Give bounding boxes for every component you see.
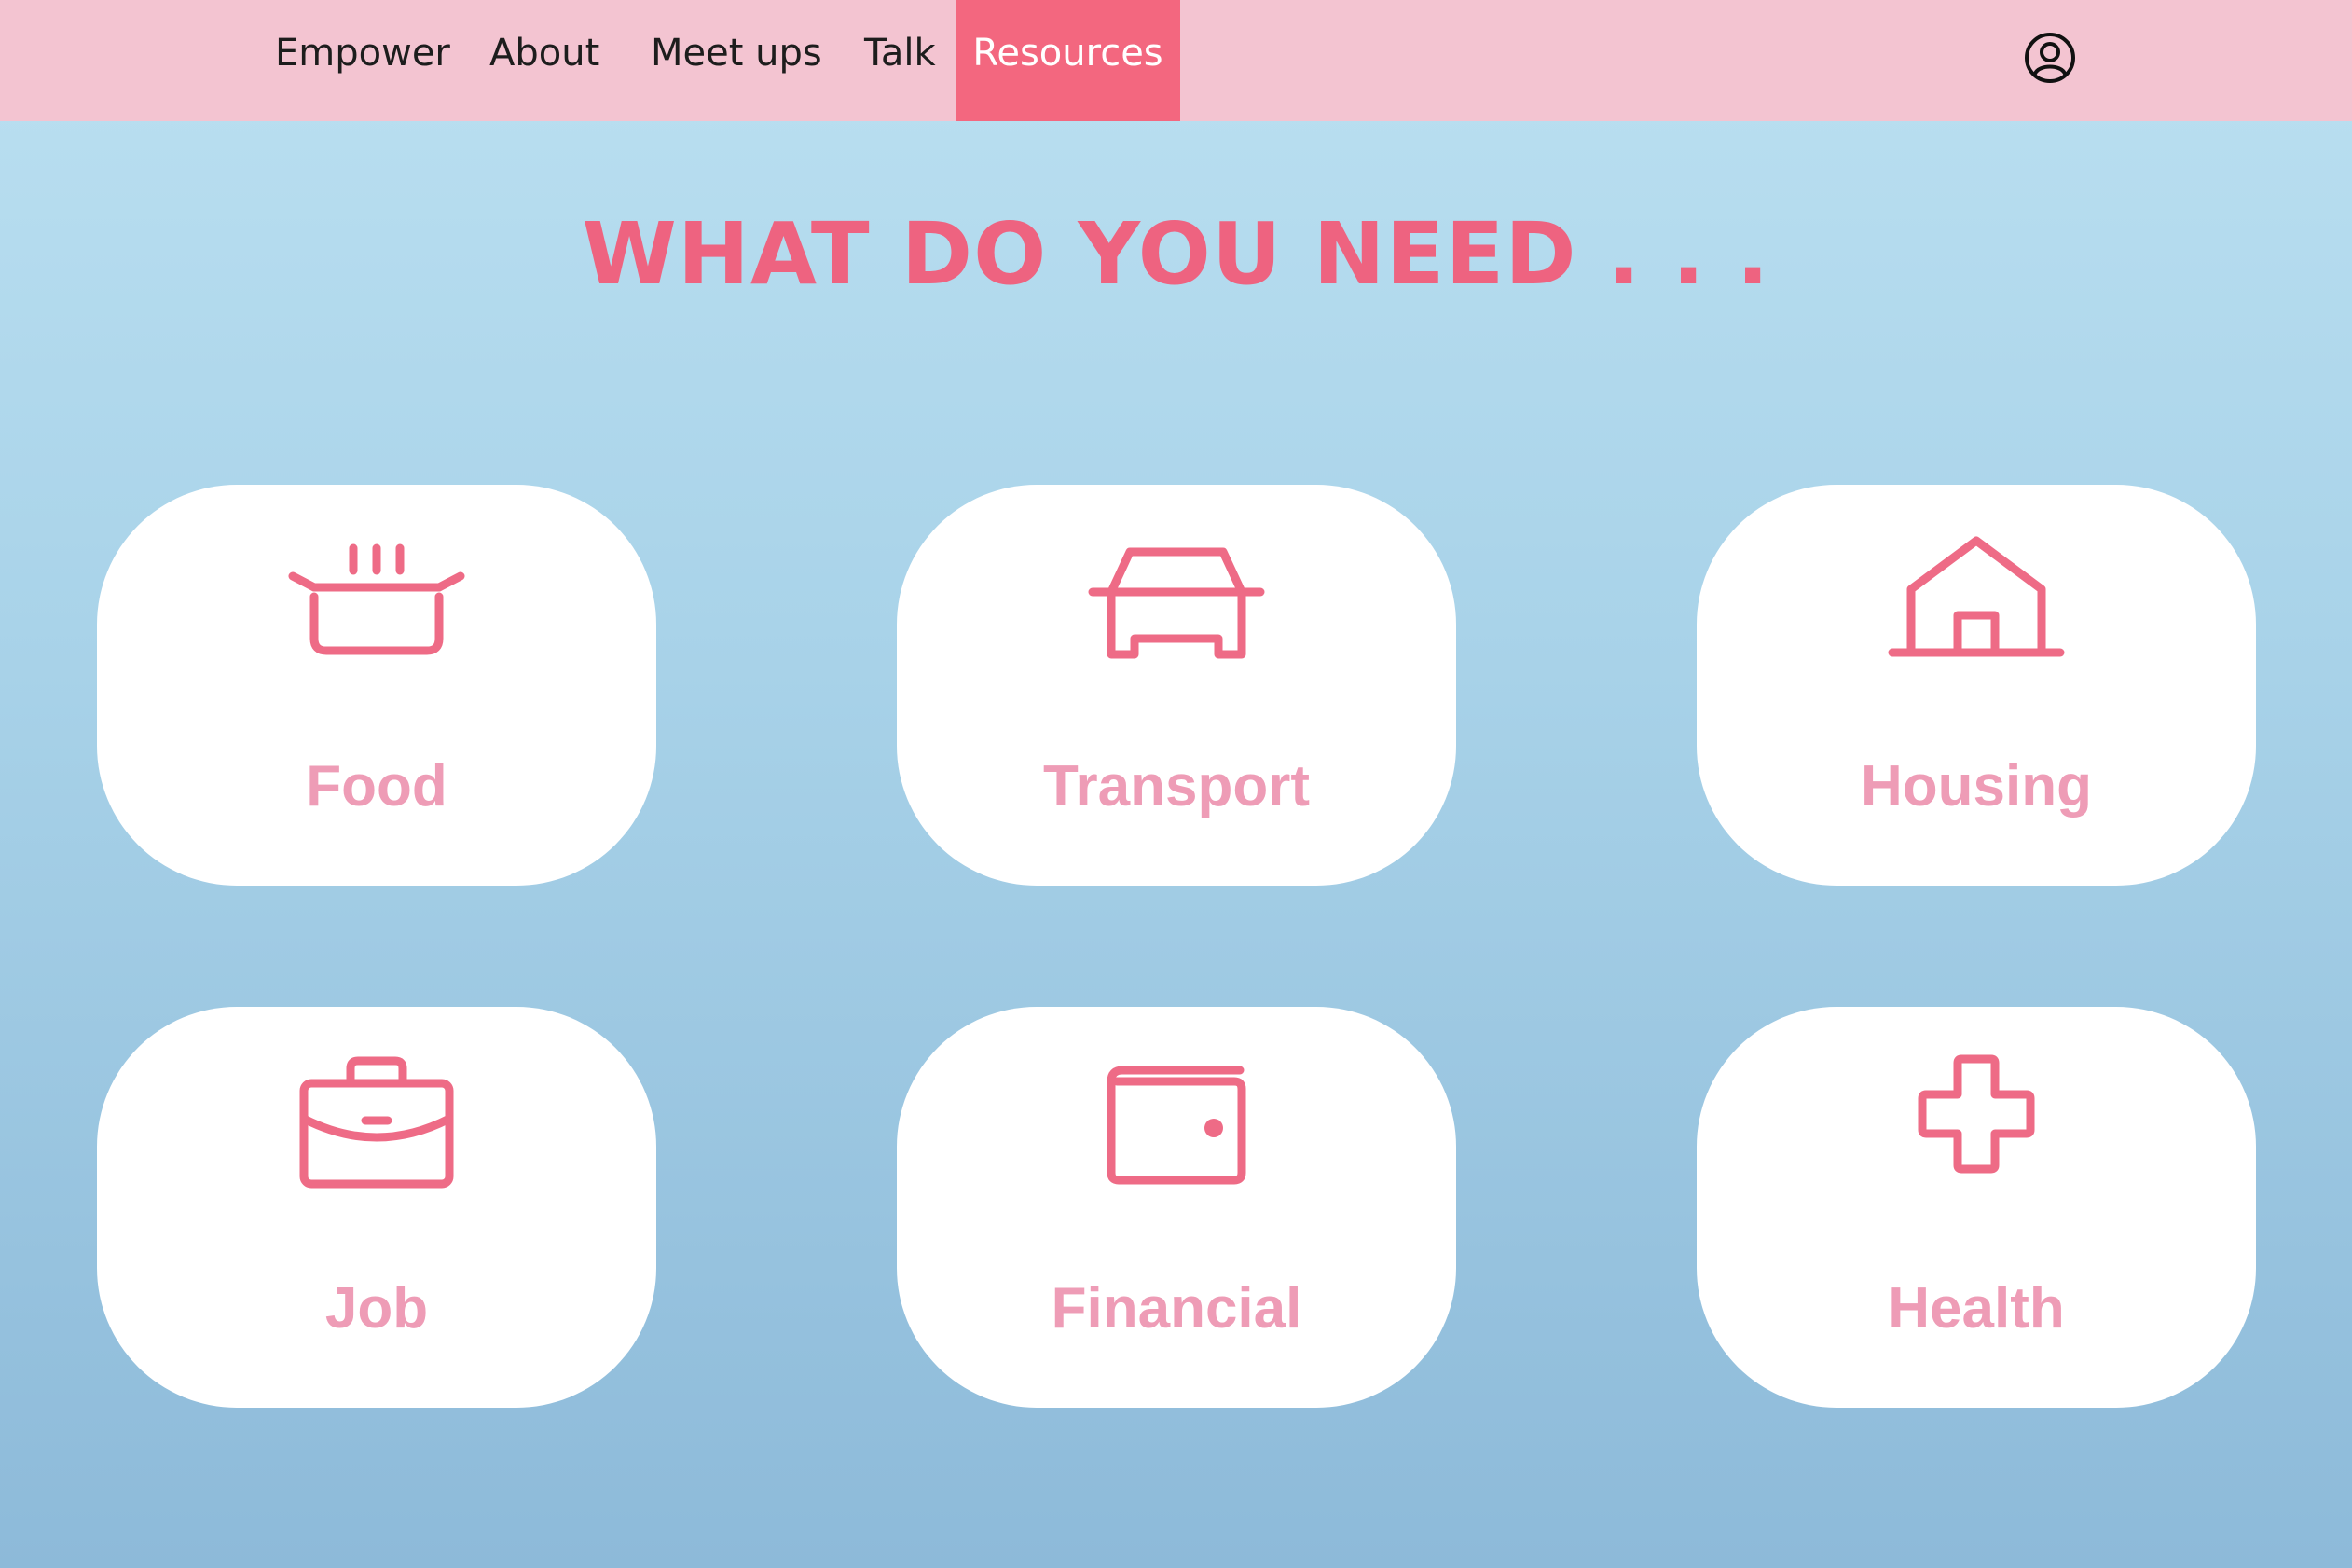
card-label-housing: Housing — [1861, 754, 2092, 818]
resource-card-job[interactable]: Job — [97, 1007, 656, 1408]
resource-card-financial[interactable]: Financial — [897, 1007, 1456, 1408]
card-label-health: Health — [1888, 1276, 2065, 1341]
medical-cross-icon — [1918, 1054, 2035, 1174]
page-headline: WHAT DO YOU NEED . . . — [582, 204, 1770, 304]
top-navbar: Empower About Meet ups Talk Resources — [0, 0, 2352, 121]
user-circle-icon — [2025, 33, 2075, 83]
user-account-button[interactable] — [2023, 31, 2077, 85]
nav-item-about[interactable]: About — [489, 0, 599, 121]
car-icon — [1088, 547, 1265, 659]
nav-item-meet-ups[interactable]: Meet ups — [651, 0, 822, 121]
house-icon — [1888, 536, 2065, 657]
wallet-icon — [1107, 1066, 1246, 1185]
card-label-financial: Financial — [1051, 1276, 1302, 1341]
resource-card-food[interactable]: Food — [97, 485, 656, 886]
card-label-food: Food — [306, 754, 447, 818]
card-label-job: Job — [324, 1276, 429, 1341]
nav-item-empower[interactable]: Empower — [275, 0, 450, 121]
cooking-pot-icon — [288, 543, 465, 655]
nav-item-resources[interactable]: Resources — [956, 0, 1180, 121]
resource-card-housing[interactable]: Housing — [1697, 485, 2256, 886]
resource-card-health[interactable]: Health — [1697, 1007, 2256, 1408]
nav-item-talk[interactable]: Talk — [864, 0, 936, 121]
card-label-transport: Transport — [1043, 754, 1310, 818]
resource-card-transport[interactable]: Transport — [897, 485, 1456, 886]
briefcase-icon — [299, 1056, 454, 1189]
